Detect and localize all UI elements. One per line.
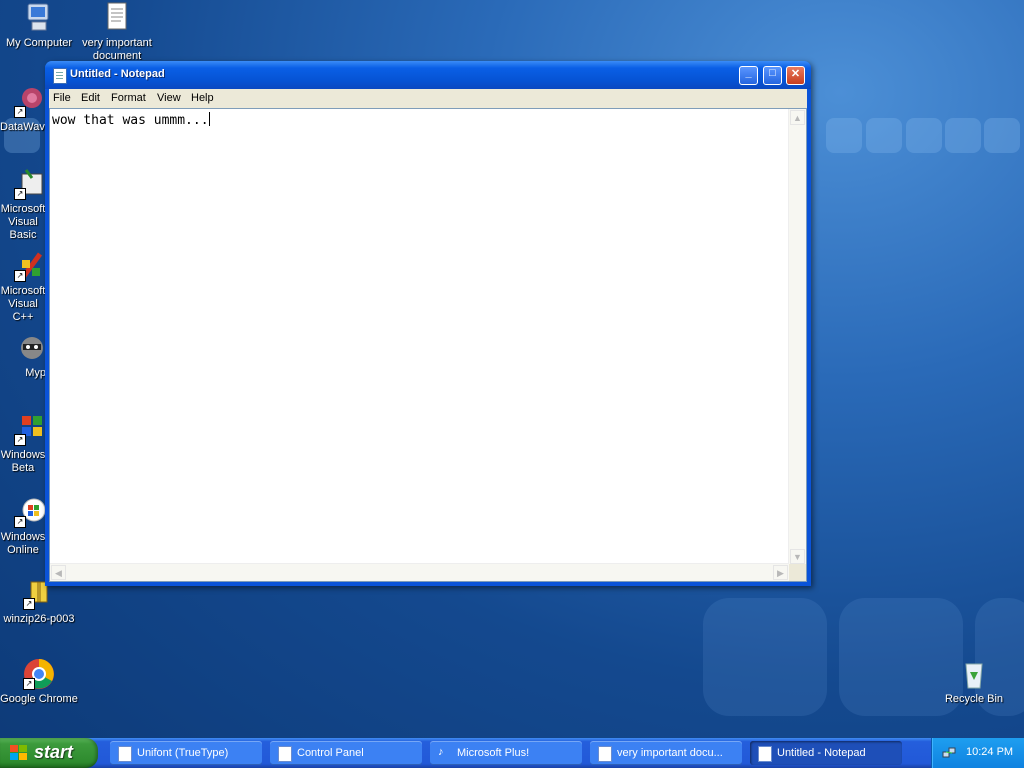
window-title: Untitled - Notepad <box>70 68 165 80</box>
resize-grip-icon[interactable] <box>789 564 806 581</box>
desktop-icon-label: Microsoft Visual Basic <box>0 203 46 241</box>
desktop-icon-label: Windows Online <box>0 531 46 556</box>
horizontal-scrollbar[interactable]: ◀ ▶ <box>50 563 789 581</box>
desktop-icon-google-chrome[interactable]: ↗ Google Chrome <box>0 658 78 706</box>
desktop-icon-my-computer[interactable]: My Computer <box>0 2 78 50</box>
start-label: start <box>34 742 74 762</box>
taskbar-item-label: Unifont (TrueType) <box>137 747 229 759</box>
menu-help[interactable]: Help <box>191 92 214 104</box>
desktop-icon-microsoft-visual-cpp[interactable]: ↗ Microsoft Visual C++ <box>0 250 46 324</box>
desktop-icon-label: winzip26-p003 <box>3 613 75 625</box>
taskbar-item-label: Microsoft Plus! <box>457 747 530 759</box>
editor-content: wow that was ummm... <box>52 113 209 128</box>
desktop-icon-label: Myp <box>25 367 46 379</box>
wallpaper-block <box>826 118 862 153</box>
text-editor[interactable]: wow that was ummm... ▲ ▼ ◀ ▶ <box>49 108 807 582</box>
menu-edit[interactable]: Edit <box>81 92 100 104</box>
chrome-icon: ↗ <box>23 658 55 690</box>
taskbar-item-label: very important docu... <box>617 747 723 759</box>
shortcut-arrow-icon: ↗ <box>23 678 35 690</box>
maximize-icon: □ <box>769 67 776 79</box>
network-icon[interactable] <box>942 746 956 760</box>
windows-logo-icon: ↗ <box>14 414 46 446</box>
wallpaper-block <box>703 598 827 716</box>
desktop-icon-windows-beta[interactable]: ↗ Windows Beta <box>0 414 46 475</box>
computer-icon <box>23 2 55 34</box>
desktop-icon-label: Recycle Bin <box>944 693 1004 705</box>
minimize-button[interactable]: _ <box>739 66 758 85</box>
control-panel-icon <box>278 746 292 762</box>
wallpaper-block <box>906 118 942 153</box>
datawave-icon: ↗ <box>14 86 46 118</box>
maximize-button[interactable]: □ <box>763 66 782 85</box>
notepad-icon[interactable] <box>53 68 67 84</box>
scroll-left-icon[interactable]: ◀ <box>51 565 66 580</box>
vertical-scrollbar[interactable]: ▲ ▼ <box>788 109 806 565</box>
windows-globe-icon: ↗ <box>14 496 46 528</box>
raccoon-icon <box>14 332 46 364</box>
taskbar: start Unifont (TrueType) Control Panel ♪… <box>0 738 1024 768</box>
recycle-bin-icon <box>958 658 990 690</box>
desktop-icon-microsoft-visual-basic[interactable]: ↗ Microsoft Visual Basic <box>0 168 46 242</box>
shortcut-arrow-icon: ↗ <box>14 270 26 282</box>
menu-format[interactable]: Format <box>111 92 146 104</box>
taskbar-item-unifont[interactable]: Unifont (TrueType) <box>110 741 262 765</box>
scroll-up-icon[interactable]: ▲ <box>790 110 805 125</box>
shortcut-arrow-icon: ↗ <box>14 516 26 528</box>
desktop-icon-recycle-bin[interactable]: Recycle Bin <box>935 658 1013 706</box>
taskbar-item-microsoft-plus[interactable]: ♪ Microsoft Plus! <box>430 741 582 765</box>
windows-flag-icon <box>10 745 28 761</box>
wallpaper-block <box>866 118 902 153</box>
scroll-right-icon[interactable]: ▶ <box>773 565 788 580</box>
desktop-icon-windows-online[interactable]: ↗ Windows Online <box>0 496 46 557</box>
minimize-icon: _ <box>745 67 752 79</box>
close-icon: ✕ <box>790 68 801 80</box>
scroll-down-icon[interactable]: ▼ <box>790 549 805 564</box>
system-tray: 10:24 PM <box>931 738 1024 768</box>
font-file-icon <box>118 746 132 762</box>
desktop-icon-datawave[interactable]: ↗ DataWave <box>0 86 46 134</box>
taskbar-item-control-panel[interactable]: Control Panel <box>270 741 422 765</box>
desktop-icon-label: My Computer <box>5 37 73 49</box>
desktop-icon-label: DataWave <box>0 121 46 133</box>
shortcut-arrow-icon: ↗ <box>23 598 35 610</box>
visual-cpp-icon: ↗ <box>14 250 46 282</box>
menu-file[interactable]: File <box>53 92 71 104</box>
wallpaper-block <box>945 118 981 153</box>
visual-basic-icon: ↗ <box>14 168 46 200</box>
close-button[interactable]: ✕ <box>786 66 805 85</box>
plus-icon: ♪ <box>438 746 444 758</box>
taskbar-item-label: Untitled - Notepad <box>777 747 866 759</box>
menu-bar: File Edit Format View Help <box>49 89 807 108</box>
title-bar[interactable]: Untitled - Notepad _ □ ✕ <box>45 61 811 89</box>
desktop-icon-very-important-document[interactable]: very important document <box>78 2 156 60</box>
notepad-icon <box>758 746 772 762</box>
text-document-icon <box>101 2 133 34</box>
text-caret <box>208 112 210 126</box>
shortcut-arrow-icon: ↗ <box>14 106 26 118</box>
notepad-window: Untitled - Notepad _ □ ✕ File Edit Forma… <box>45 61 811 586</box>
desktop-icon-label: Microsoft Visual C++ <box>0 285 46 323</box>
taskbar-item-label: Control Panel <box>297 747 364 759</box>
wallpaper-block <box>984 118 1020 153</box>
desktop-icon-myp[interactable]: Myp <box>0 332 46 380</box>
desktop-icon-label: very important document <box>82 37 152 60</box>
taskbar-item-very-important-document[interactable]: very important docu... <box>590 741 742 765</box>
clock[interactable]: 10:24 PM <box>966 746 1013 758</box>
shortcut-arrow-icon: ↗ <box>14 188 26 200</box>
start-button[interactable]: start <box>0 738 98 768</box>
desktop-icon-label: Google Chrome <box>0 693 78 705</box>
taskbar-item-untitled-notepad[interactable]: Untitled - Notepad <box>750 741 902 765</box>
notepad-icon <box>598 746 612 762</box>
menu-view[interactable]: View <box>157 92 181 104</box>
shortcut-arrow-icon: ↗ <box>14 434 26 446</box>
desktop-icon-label: Windows Beta <box>0 449 46 474</box>
